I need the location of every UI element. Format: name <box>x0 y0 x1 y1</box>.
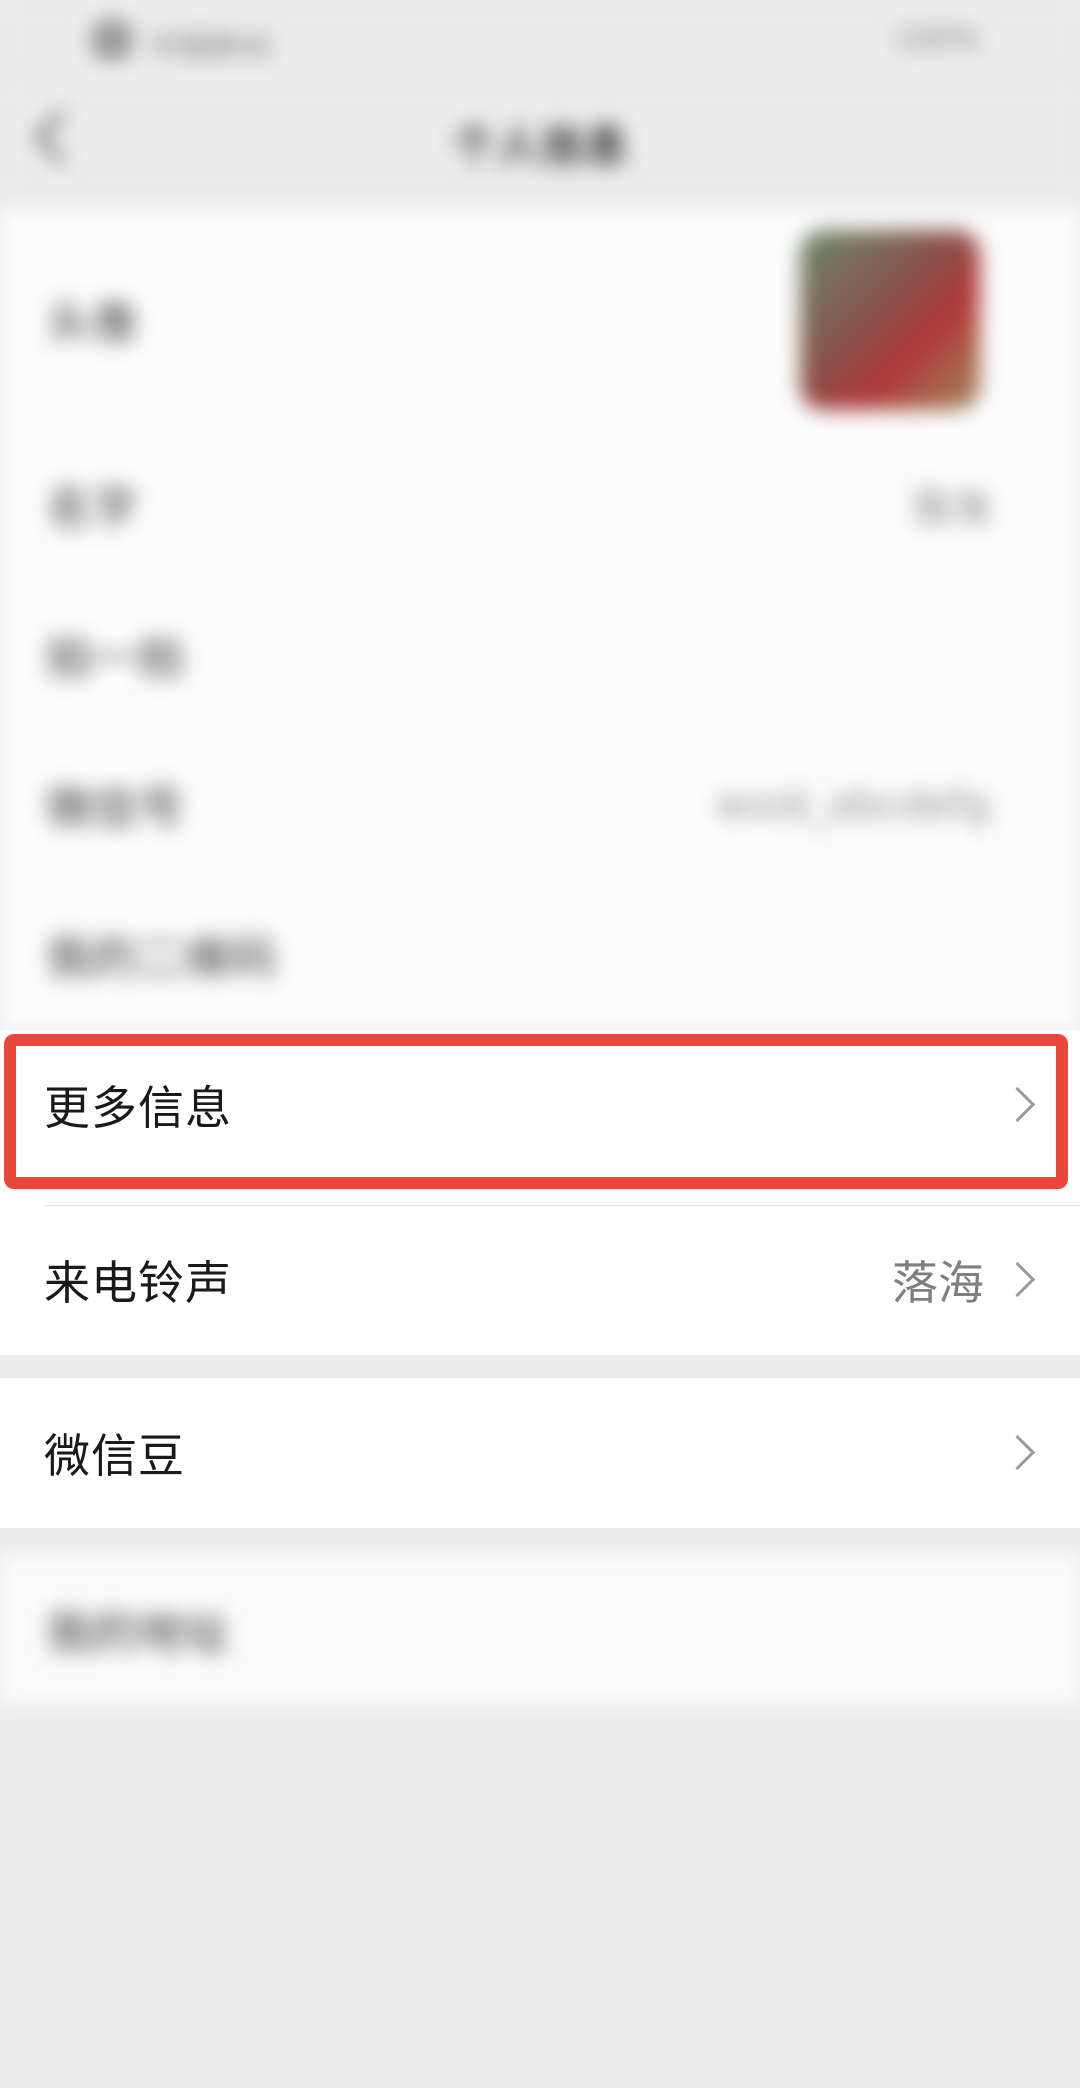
chevron-right-icon <box>999 1086 1036 1123</box>
page-title: 个人信息 <box>452 121 628 172</box>
ringtone-value: 落海 <box>892 1256 984 1310</box>
chevron-right-icon <box>999 1261 1036 1298</box>
carrier-text: 中国移动 <box>150 30 270 65</box>
ringtone-label: 来电铃声 <box>44 1256 232 1310</box>
signal-icon <box>90 18 134 62</box>
profile-row-label: 微信号 <box>46 781 184 835</box>
profile-row-wechat-id[interactable]: 微信号 wxid_abcdefg <box>0 730 1080 880</box>
profile-row-label: 头像 <box>46 296 138 350</box>
profile-row-label: 我的二维码 <box>46 931 276 985</box>
more-info-item[interactable]: 更多信息 <box>0 1030 1080 1180</box>
profile-row-value: wxid_abcdefg <box>715 782 990 828</box>
wechat-beans-label: 微信豆 <box>44 1429 185 1483</box>
nav-bar: 个人信息 <box>0 80 1080 200</box>
profile-row-avatar[interactable]: 头像 <box>0 210 1080 430</box>
more-info-label: 更多信息 <box>44 1081 232 1135</box>
profile-list-blurred: 头像 名字 落海 拍一拍 微信号 wxid_abcdefg 我的二维码 <box>0 210 1080 1030</box>
profile-row-name[interactable]: 名字 落海 <box>0 430 1080 580</box>
battery-text: 100% <box>894 22 980 57</box>
status-bar: 中国移动 100% <box>0 0 1080 80</box>
profile-page: 中国移动 100% 个人信息 头像 名字 落海 拍一拍 微信号 wxid_abc… <box>0 0 1080 2088</box>
ringtone-item[interactable]: 来电铃声 落海 <box>0 1205 1080 1355</box>
wechat-beans-item[interactable]: 微信豆 <box>0 1378 1080 1528</box>
settings-section-2: 微信豆 <box>0 1378 1080 1528</box>
avatar[interactable] <box>800 230 980 410</box>
profile-row-qrcode[interactable]: 我的二维码 <box>0 880 1080 1030</box>
profile-row-label: 拍一拍 <box>46 631 184 685</box>
chevron-right-icon <box>999 1434 1036 1471</box>
profile-row-value: 落海 <box>910 486 990 532</box>
profile-row-address[interactable]: 我的地址 <box>0 1555 1080 1705</box>
profile-row-label: 我的地址 <box>46 1606 230 1660</box>
profile-row-label: 名字 <box>46 481 138 535</box>
settings-section-1: 更多信息 来电铃声 落海 <box>0 1030 1080 1355</box>
profile-row-pat[interactable]: 拍一拍 <box>0 580 1080 730</box>
